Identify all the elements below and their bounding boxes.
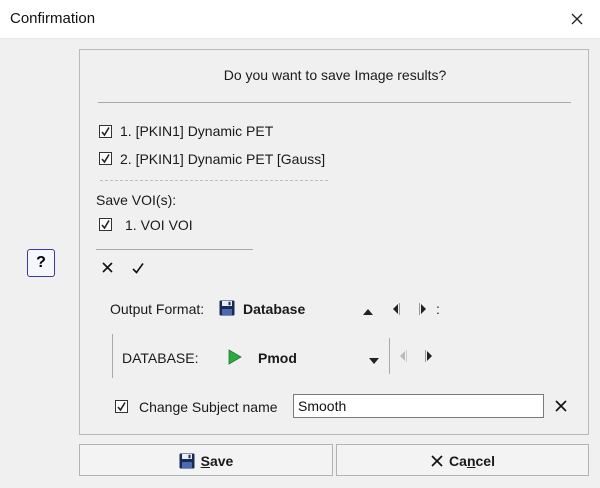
output-format-suffix: : [436, 301, 440, 317]
save-floppy-icon [179, 453, 195, 469]
cancel-label-start: C [449, 453, 460, 469]
save-options-panel: Do you want to save Image results? 1. [P… [79, 49, 589, 435]
database-value[interactable]: Pmod [258, 350, 297, 366]
cancel-button[interactable]: Cancel [336, 444, 589, 476]
help-button[interactable]: ? [27, 249, 55, 277]
close-icon[interactable] [566, 8, 588, 30]
subject-name-input[interactable] [293, 394, 544, 418]
database-previous-icon[interactable] [398, 349, 408, 366]
image-2-checkbox[interactable] [99, 152, 112, 165]
voi-1-label: 1. VOI VOI [125, 217, 193, 233]
voi-divider [96, 249, 253, 250]
title-bar: Confirmation [0, 0, 600, 39]
cancel-x-icon [431, 455, 443, 467]
cancel-label-mid: a [459, 453, 467, 469]
cancel-mnemonic: n [466, 453, 476, 469]
dashed-divider [100, 180, 328, 181]
image-1-checkbox[interactable] [99, 125, 112, 138]
output-format-value: Database [243, 301, 306, 317]
previous-arrow-icon[interactable] [391, 302, 401, 319]
image-2-label: 2. [PKIN1] Dynamic PET [Gauss] [120, 151, 326, 167]
window-title: Confirmation [10, 10, 96, 27]
move-up-arrow-icon[interactable] [362, 304, 374, 320]
database-separator [389, 338, 390, 374]
green-arrow-icon [228, 349, 242, 368]
divider [98, 102, 571, 103]
change-subject-label: Change Subject name [139, 399, 278, 415]
database-label: DATABASE: [122, 350, 199, 366]
change-subject-checkbox[interactable] [115, 400, 128, 413]
database-next-icon[interactable] [424, 349, 434, 366]
deselect-all-icon[interactable] [100, 260, 116, 276]
save-mnemonic: S [200, 453, 210, 469]
voi-1-checkbox[interactable] [99, 218, 112, 231]
select-all-icon[interactable] [130, 260, 146, 276]
dropdown-arrow-icon[interactable] [368, 353, 380, 369]
save-button[interactable]: Save [79, 444, 333, 476]
next-arrow-icon[interactable] [418, 302, 428, 319]
cancel-label-end: cel [475, 453, 495, 469]
voi-heading: Save VOI(s): [96, 192, 177, 208]
save-label: ave [209, 453, 234, 469]
clear-subject-icon[interactable] [553, 398, 569, 414]
database-group-border [112, 334, 113, 378]
image-1-label: 1. [PKIN1] Dynamic PET [120, 123, 274, 139]
question-text: Do you want to save Image results? [223, 67, 447, 83]
output-format-label: Output Format: [110, 301, 205, 317]
floppy-disk-icon [219, 300, 235, 316]
